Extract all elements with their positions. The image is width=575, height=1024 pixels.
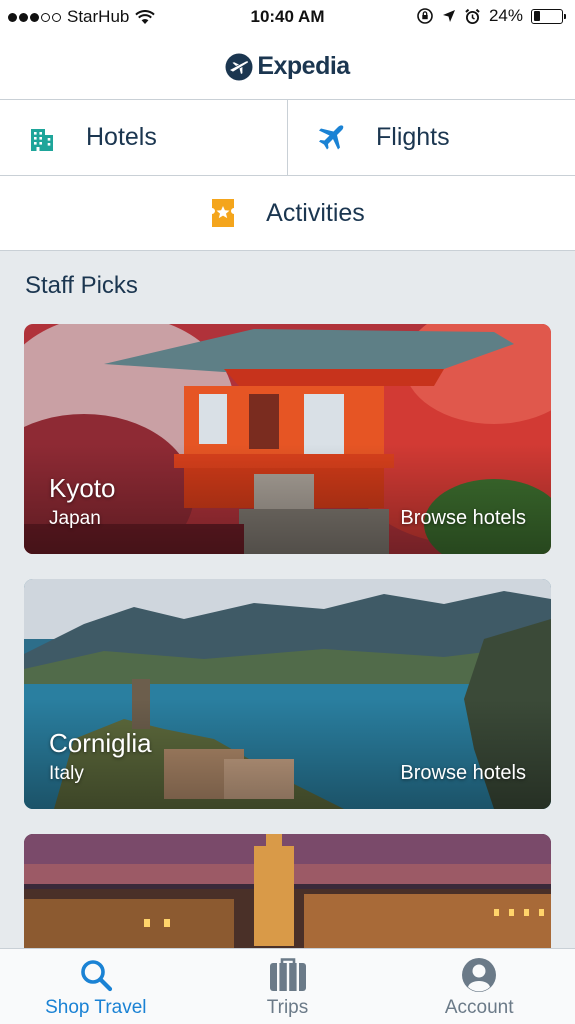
hotels-label: Hotels <box>86 123 157 151</box>
alarm-icon <box>465 8 480 24</box>
expedia-globe-icon <box>225 53 253 80</box>
card-city: Corniglia <box>49 728 152 758</box>
orientation-lock-icon <box>417 8 433 24</box>
location-arrow-icon <box>442 10 455 22</box>
staff-picks-heading: Staff Picks <box>25 272 138 299</box>
search-icon <box>81 960 112 992</box>
tab-trips[interactable]: Trips <box>192 949 384 1024</box>
battery-icon <box>531 8 566 24</box>
destination-card-corniglia[interactable]: Corniglia Italy Browse hotels <box>24 579 551 809</box>
tab-label: Trips <box>266 997 309 1018</box>
battery-percent: 24% <box>488 6 523 25</box>
hotels-button[interactable]: Hotels <box>0 100 287 175</box>
airplane-icon <box>319 124 344 149</box>
tab-label: Shop Travel <box>45 997 147 1018</box>
flights-label: Flights <box>376 123 450 151</box>
suitcase-icon <box>269 958 306 991</box>
destination-card-kyoto[interactable]: Kyoto Japan Browse hotels <box>24 324 551 554</box>
tab-shop-travel[interactable]: Shop Travel <box>0 949 192 1024</box>
tab-account[interactable]: Account <box>383 949 575 1024</box>
browse-hotels-link[interactable]: Browse hotels <box>400 507 526 530</box>
card-country: Italy <box>49 763 84 784</box>
activities-button[interactable]: Activities <box>0 176 575 251</box>
tab-bar: Shop Travel Trips Account <box>0 948 575 1024</box>
card-country: Japan <box>49 508 101 529</box>
flights-button[interactable]: Flights <box>287 100 575 175</box>
status-right: 24% <box>416 6 566 26</box>
status-bar: StarHub 10:40 AM 24% <box>0 0 575 34</box>
card-city: Kyoto <box>49 473 116 503</box>
activities-label: Activities <box>266 198 365 227</box>
tab-label: Account <box>444 997 514 1018</box>
app-header: Expedia <box>0 34 575 100</box>
category-row: Hotels Flights <box>0 100 575 176</box>
hotel-building-icon <box>31 128 53 151</box>
expedia-logo: Expedia <box>225 52 350 81</box>
browse-hotels-link[interactable]: Browse hotels <box>400 762 526 785</box>
logo-wordmark: Expedia <box>257 52 350 80</box>
account-icon <box>462 958 497 992</box>
activity-ticket-icon <box>212 199 235 227</box>
